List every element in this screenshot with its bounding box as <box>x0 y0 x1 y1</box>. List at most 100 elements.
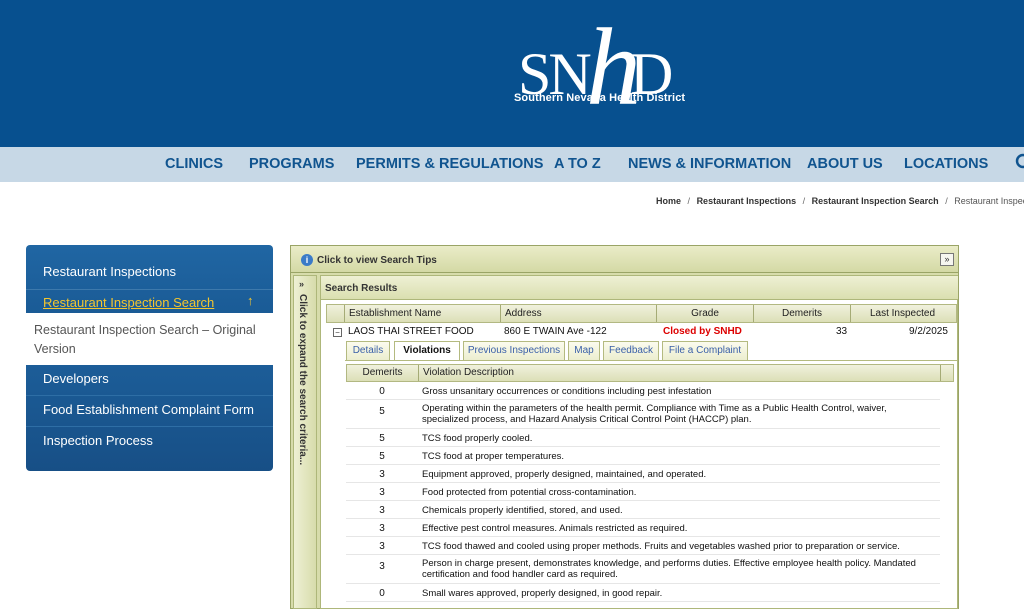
nav-clinics[interactable]: CLINICS <box>165 156 223 172</box>
col-violation-description[interactable]: Violation Description <box>419 365 941 381</box>
nav-locations[interactable]: LOCATIONS <box>904 156 988 172</box>
violation-description: Small wares approved, properly designed,… <box>422 588 663 599</box>
violation-demerits: 3 <box>379 469 385 480</box>
nav-a-to-z[interactable]: A TO Z <box>554 156 601 172</box>
table-row: 3 Food protected from potential cross-con… <box>346 483 940 501</box>
violation-demerits: 0 <box>379 386 385 397</box>
search-panel: i Click to view Search Tips » » Click to… <box>290 245 959 609</box>
cell-establishment-name: LAOS THAI STREET FOOD <box>348 326 474 337</box>
search-results-header: Search Results <box>321 276 958 300</box>
breadcrumb-separator: / <box>945 196 948 206</box>
sidebar-subitem: Restaurant Inspection Search – Original … <box>26 313 273 365</box>
sidebar-divider <box>26 395 273 396</box>
tab-divider <box>345 360 957 361</box>
table-row: 3 TCS food thawed and cooled using proper… <box>346 537 940 555</box>
sidebar-item-restaurant-inspection-search[interactable]: Restaurant Inspection Search <box>43 295 214 310</box>
expand-tips-icon[interactable]: » <box>940 253 954 266</box>
violation-description: TCS food properly cooled. <box>422 433 533 444</box>
sidebar-nav: Restaurant Inspections Restaurant Inspec… <box>26 245 273 471</box>
grid-header-spacer <box>327 305 345 322</box>
breadcrumb-separator: / <box>687 196 691 206</box>
nav-about-us[interactable]: ABOUT US <box>807 156 883 172</box>
sidebar-item-original-version[interactable]: Restaurant Inspection Search – Original … <box>34 321 269 359</box>
violation-demerits: 3 <box>379 523 385 534</box>
col-address[interactable]: Address <box>501 305 657 322</box>
violation-description: TCS food at proper temperatures. <box>422 451 565 462</box>
table-row: 0 Small wares approved, properly designed… <box>346 584 940 602</box>
cell-demerits: 33 <box>836 326 848 337</box>
violation-demerits: 3 <box>379 505 385 516</box>
snhd-logo[interactable]: h SN D Southern Nevada Health District <box>510 12 700 132</box>
expand-chevron-icon[interactable]: » <box>299 279 304 289</box>
search-results-title: Search Results <box>325 283 398 294</box>
breadcrumb-home[interactable]: Home <box>656 196 681 206</box>
site-header: h SN D Southern Nevada Health District <box>0 0 1024 147</box>
tab-details[interactable]: Details <box>346 341 390 360</box>
nav-permits-regulations[interactable]: PERMITS & REGULATIONS <box>356 156 543 172</box>
violation-description: Effective pest control measures. Animals… <box>422 523 688 534</box>
breadcrumb-restaurant-inspections[interactable]: Restaurant Inspections <box>697 196 797 206</box>
cell-grade: Closed by SNHD <box>663 326 742 337</box>
logo-subtitle: Southern Nevada Health District <box>514 92 686 104</box>
sidebar-item-inspection-process[interactable]: Inspection Process <box>43 433 153 448</box>
col-demerits[interactable]: Demerits <box>754 305 851 322</box>
sidebar-item-complaint-form[interactable]: Food Establishment Complaint Form <box>43 402 254 417</box>
collapse-icon[interactable]: − <box>333 328 342 337</box>
breadcrumb: Home / Restaurant Inspections / Restaura… <box>656 196 1024 206</box>
sidebar-divider <box>26 426 273 427</box>
search-icon[interactable] <box>1015 153 1024 173</box>
violation-demerits: 5 <box>379 451 385 462</box>
tab-previous-inspections[interactable]: Previous Inspections <box>463 341 565 360</box>
search-tips-label[interactable]: Click to view Search Tips <box>317 255 437 266</box>
violation-demerits: 5 <box>379 406 385 417</box>
breadcrumb-restaurant-inspection-search[interactable]: Restaurant Inspection Search <box>812 196 939 206</box>
tab-violations[interactable]: Violations <box>394 341 460 361</box>
violation-description: Chemicals properly identified, stored, a… <box>422 505 623 516</box>
violation-demerits: 3 <box>379 561 385 572</box>
table-row: 5 TCS food at proper temperatures. <box>346 447 940 465</box>
results-grid-header: Establishment Name Address Grade Demerit… <box>326 304 957 323</box>
violation-demerits: 0 <box>379 588 385 599</box>
breadcrumb-current: Restaurant Inspection S <box>954 196 1024 206</box>
table-row: 5 TCS food properly cooled. <box>346 429 940 447</box>
col-establishment-name[interactable]: Establishment Name <box>345 305 501 322</box>
violation-description: Equipment approved, properly designed, m… <box>422 469 707 480</box>
tab-feedback[interactable]: Feedback <box>603 341 659 360</box>
violation-demerits: 3 <box>379 541 385 552</box>
violation-demerits: 3 <box>379 487 385 498</box>
table-row: 3 Chemicals properly identified, stored, … <box>346 501 940 519</box>
table-row[interactable]: − LAOS THAI STREET FOOD 860 E TWAIN Ave … <box>326 323 957 341</box>
table-row: 3 Person in charge present, demonstrates … <box>346 555 940 584</box>
sidebar-divider <box>26 289 273 290</box>
violation-description: Food protected from potential cross-cont… <box>422 487 637 498</box>
info-icon: i <box>301 254 313 266</box>
cell-address: 860 E TWAIN Ave -122 <box>504 326 607 337</box>
table-row: 5 Operating within the parameters of the … <box>346 400 940 429</box>
violation-description: Gross unsanitary occurrences or conditio… <box>422 386 712 397</box>
col-grade[interactable]: Grade <box>657 305 754 322</box>
tab-map[interactable]: Map <box>568 341 600 360</box>
violation-description: Person in charge present, demonstrates k… <box>422 558 916 580</box>
violations-table: Demerits Violation Description 0 Gross un… <box>346 364 954 610</box>
table-row: 3 Equipment approved, properly designed, … <box>346 465 940 483</box>
sidebar-bottom-section: Developers Food Establishment Complaint … <box>26 365 273 471</box>
expand-criteria-label[interactable]: Click to expand the search criteria... <box>297 294 308 465</box>
search-tips-bar[interactable]: i Click to view Search Tips » <box>291 246 958 273</box>
arrow-up-icon[interactable]: ↑ <box>247 293 254 308</box>
tab-file-complaint[interactable]: File a Complaint <box>662 341 748 360</box>
nav-programs[interactable]: PROGRAMS <box>249 156 334 172</box>
violations-header: Demerits Violation Description <box>346 364 954 382</box>
search-results: Search Results Establishment Name Addres… <box>320 275 958 609</box>
violation-demerits: 5 <box>379 433 385 444</box>
col-last-inspected[interactable]: Last Inspected <box>851 305 954 322</box>
sidebar-item-developers[interactable]: Developers <box>43 371 109 386</box>
table-row: 3 Effective pest control measures. Animal… <box>346 519 940 537</box>
breadcrumb-separator: / <box>802 196 806 206</box>
nav-news-information[interactable]: NEWS & INFORMATION <box>628 156 791 172</box>
cell-last-inspected: 9/2/2025 <box>909 326 948 337</box>
col-violation-demerits[interactable]: Demerits <box>347 365 419 381</box>
sidebar-top-section: Restaurant Inspections Restaurant Inspec… <box>26 245 273 313</box>
table-row: 0 Gross unsanitary occurrences or conditi… <box>346 382 940 400</box>
search-criteria-strip[interactable]: » Click to expand the search criteria... <box>293 275 317 609</box>
sidebar-item-restaurant-inspections[interactable]: Restaurant Inspections <box>43 264 176 279</box>
